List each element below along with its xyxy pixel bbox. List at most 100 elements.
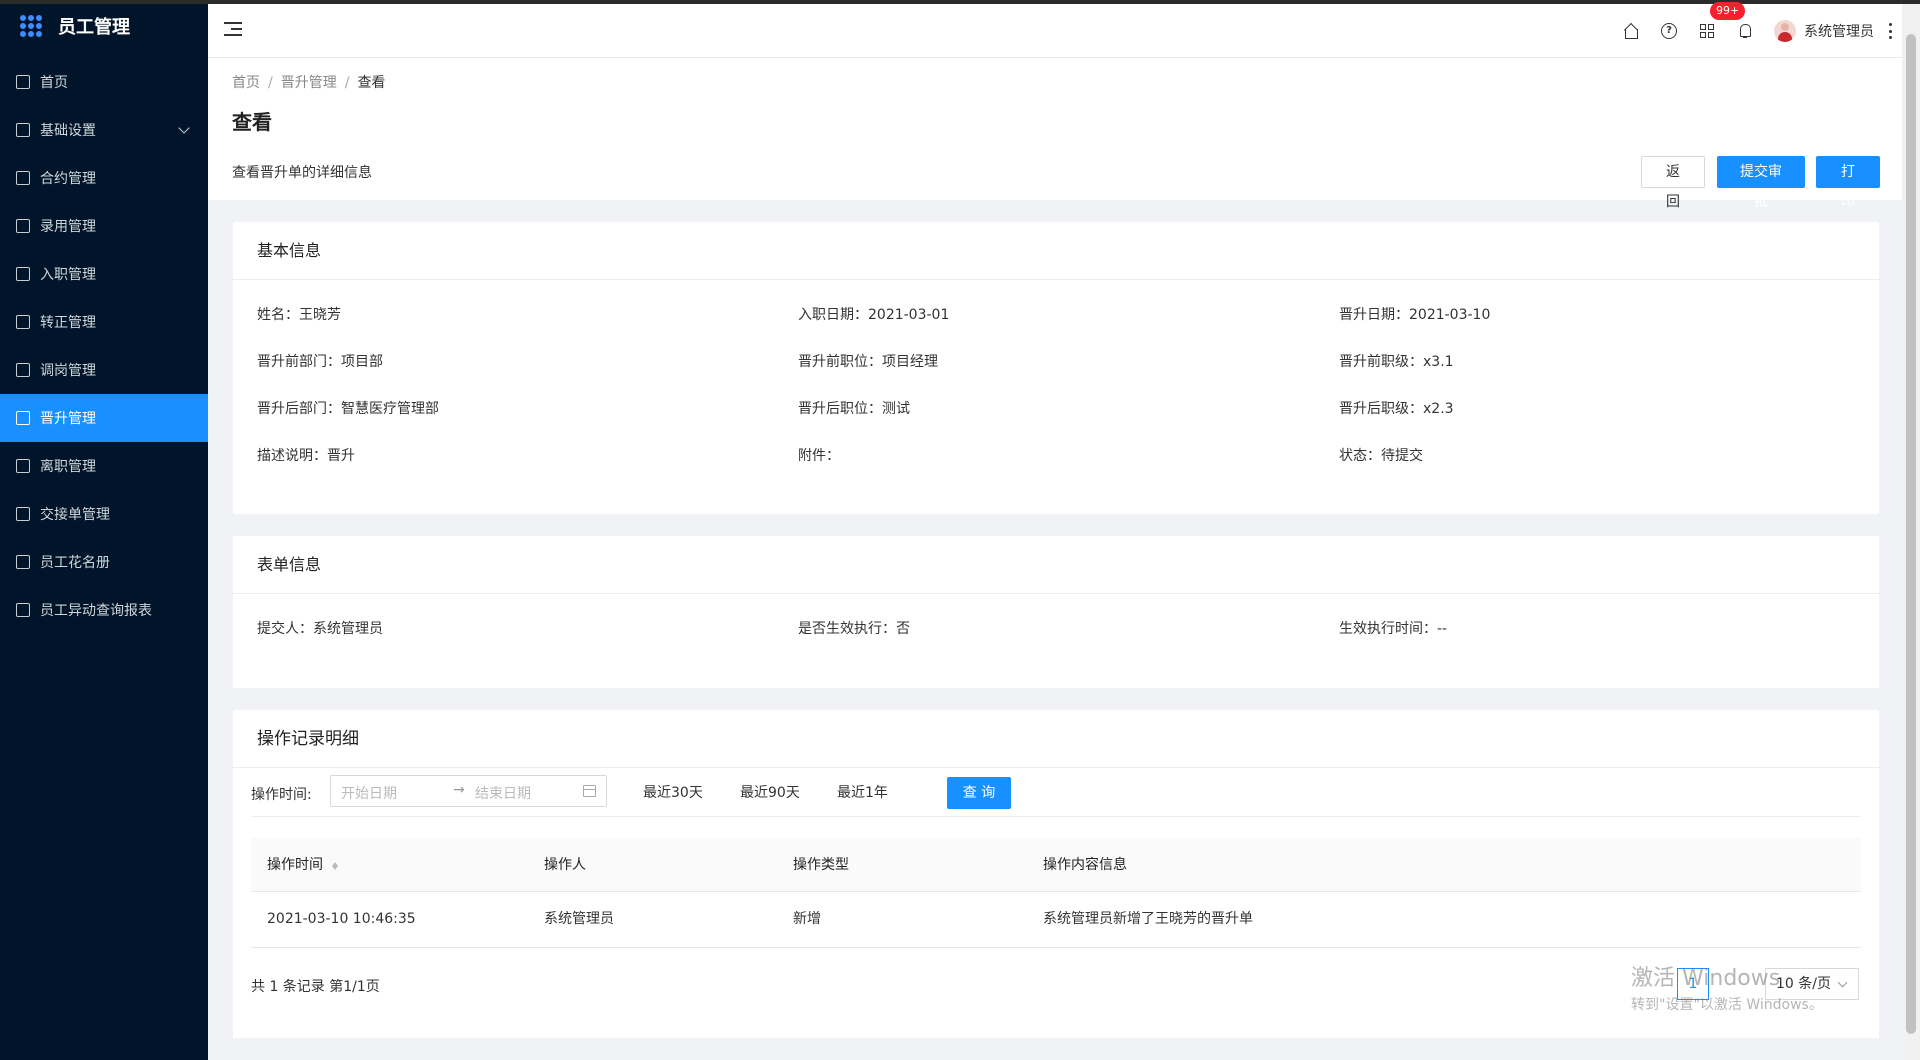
sidebar-item-label: 入职管理 bbox=[40, 267, 96, 283]
field-rank-after: 晋升后职级：x2.3 bbox=[1339, 401, 1454, 417]
date-range-picker[interactable]: 开始日期 → 结束日期 bbox=[330, 775, 607, 807]
app-title: 员工管理 bbox=[58, 17, 130, 38]
field-position-before: 晋升前职位：项目经理 bbox=[798, 354, 938, 370]
column-header-type: 操作类型 bbox=[793, 857, 849, 873]
sidebar-item-change-report[interactable]: 员工异动查询报表 bbox=[0, 586, 208, 634]
back-button[interactable]: 返 回 bbox=[1641, 156, 1705, 210]
sidebar-item-label: 离职管理 bbox=[40, 459, 96, 475]
report-icon bbox=[16, 603, 30, 617]
menu-collapse-icon[interactable] bbox=[224, 21, 242, 37]
sidebar-item-hiring[interactable]: 录用管理 bbox=[0, 202, 208, 250]
breadcrumb-home[interactable]: 首页 bbox=[232, 75, 260, 91]
sidebar-item-label: 交接单管理 bbox=[40, 507, 110, 523]
start-date-input[interactable]: 开始日期 bbox=[341, 783, 397, 803]
quick-1-year[interactable]: 最近1年 bbox=[837, 782, 888, 802]
home-icon bbox=[16, 75, 30, 89]
copy-icon bbox=[16, 507, 30, 521]
cell-time: 2021-03-10 10:46:35 bbox=[267, 911, 416, 927]
sidebar-item-handover[interactable]: 交接单管理 bbox=[0, 490, 208, 538]
submit-approval-button[interactable]: 提交审批 bbox=[1717, 156, 1805, 210]
blocks-icon bbox=[16, 315, 30, 329]
sidebar-item-label: 首页 bbox=[40, 75, 68, 91]
sidebar-item-label: 晋升管理 bbox=[40, 411, 96, 427]
column-header-content: 操作内容信息 bbox=[1043, 857, 1127, 873]
sidebar-item-transfer[interactable]: 调岗管理 bbox=[0, 346, 208, 394]
form-info-card: 表单信息 提交人：系统管理员 是否生效执行：否 生效执行时间：-- bbox=[233, 536, 1879, 688]
chevron-down-icon bbox=[178, 122, 190, 134]
grid-icon[interactable] bbox=[1699, 23, 1715, 39]
sidebar: 员工管理 首页 基础设置 合约管理 录用管理 入职管理 转正管理 调岗管理 晋升… bbox=[0, 4, 208, 1060]
field-effective: 是否生效执行：否 bbox=[798, 621, 910, 637]
field-description: 描述说明：晋升 bbox=[257, 448, 355, 464]
range-arrow-icon: → bbox=[453, 782, 465, 798]
sidebar-item-basic-settings[interactable]: 基础设置 bbox=[0, 106, 208, 154]
field-name: 姓名：王晓芳 bbox=[257, 307, 341, 323]
logo[interactable]: 员工管理 bbox=[0, 4, 208, 48]
field-promotion-date: 晋升日期：2021-03-10 bbox=[1339, 307, 1491, 323]
cell-content: 系统管理员新增了王晓芳的晋升单 bbox=[1043, 911, 1253, 927]
home-icon[interactable] bbox=[1623, 23, 1639, 39]
field-submitter: 提交人：系统管理员 bbox=[257, 621, 383, 637]
field-status: 状态：待提交 bbox=[1339, 448, 1423, 464]
windows-activation-watermark: 激活 Windows 转到"设置"以激活 Windows。 bbox=[1631, 960, 1823, 1014]
calendar-icon bbox=[16, 171, 30, 185]
list-icon bbox=[16, 555, 30, 569]
username[interactable]: 系统管理员 bbox=[1804, 21, 1874, 41]
query-button[interactable]: 查 询 bbox=[947, 777, 1011, 809]
quick-90-days[interactable]: 最近90天 bbox=[740, 782, 800, 802]
field-attachment: 附件： bbox=[798, 448, 840, 464]
sidebar-item-label: 员工异动查询报表 bbox=[40, 603, 152, 619]
sidebar-item-home[interactable]: 首页 bbox=[0, 58, 208, 106]
avatar[interactable] bbox=[1774, 20, 1796, 42]
field-dept-after: 晋升后部门：智慧医疗管理部 bbox=[257, 401, 439, 417]
cell-operator: 系统管理员 bbox=[544, 911, 614, 927]
breadcrumb-promotion[interactable]: 晋升管理 bbox=[281, 75, 337, 91]
sidebar-item-label: 员工花名册 bbox=[40, 555, 110, 571]
print-button[interactable]: 打 印 bbox=[1816, 156, 1880, 210]
sidebar-item-label: 基础设置 bbox=[40, 123, 96, 139]
filter-divider bbox=[251, 816, 1861, 817]
sidebar-item-label: 转正管理 bbox=[40, 315, 96, 331]
form-info-title: 表单信息 bbox=[233, 536, 1879, 594]
quick-30-days[interactable]: 最近30天 bbox=[643, 782, 703, 802]
page-description: 查看晋升单的详细信息 bbox=[232, 165, 372, 181]
field-position-after: 晋升后职位：测试 bbox=[798, 401, 910, 417]
bell-icon[interactable] bbox=[1737, 23, 1753, 39]
apps-grid-icon bbox=[20, 15, 42, 37]
help-icon[interactable]: ? bbox=[1661, 23, 1677, 39]
pagination-total: 共 1 条记录 第1/1页 bbox=[251, 979, 380, 995]
table-header: 操作时间 操作人 操作类型 操作内容信息 bbox=[251, 838, 1861, 892]
basic-info-card: 基本信息 姓名：王晓芳 入职日期：2021-03-01 晋升日期：2021-03… bbox=[233, 222, 1879, 514]
column-header-time[interactable]: 操作时间 bbox=[267, 838, 339, 892]
basic-info-title: 基本信息 bbox=[233, 222, 1879, 280]
field-dept-before: 晋升前部门：项目部 bbox=[257, 354, 383, 370]
more-vertical-icon[interactable] bbox=[1888, 23, 1892, 39]
sidebar-item-onboarding[interactable]: 入职管理 bbox=[0, 250, 208, 298]
cell-type: 新增 bbox=[793, 911, 821, 927]
sidebar-item-promotion[interactable]: 晋升管理 bbox=[0, 394, 208, 442]
watermark-line2: 转到"设置"以激活 Windows。 bbox=[1631, 997, 1823, 1013]
sidebar-item-regularization[interactable]: 转正管理 bbox=[0, 298, 208, 346]
sidebar-item-resignation[interactable]: 离职管理 bbox=[0, 442, 208, 490]
scrollbar-thumb[interactable] bbox=[1906, 34, 1916, 1034]
field-effective-time: 生效执行时间：-- bbox=[1339, 621, 1448, 637]
sidebar-item-label: 调岗管理 bbox=[40, 363, 96, 379]
sidebar-item-label: 合约管理 bbox=[40, 171, 96, 187]
watermark-line1: 激活 Windows bbox=[1631, 966, 1781, 991]
sidebar-item-contract[interactable]: 合约管理 bbox=[0, 154, 208, 202]
sidebar-item-roster[interactable]: 员工花名册 bbox=[0, 538, 208, 586]
end-date-input[interactable]: 结束日期 bbox=[475, 783, 531, 803]
vertical-scrollbar[interactable] bbox=[1902, 4, 1920, 1060]
document-icon bbox=[16, 411, 30, 425]
sort-icon[interactable] bbox=[331, 859, 339, 871]
user-icon bbox=[16, 363, 30, 377]
calendar-icon bbox=[583, 785, 596, 797]
top-header: ? 系统管理员 bbox=[208, 4, 1902, 58]
operation-records-title: 操作记录明细 bbox=[233, 710, 1879, 768]
notification-badge: 99+ bbox=[1710, 2, 1746, 20]
operation-time-label: 操作时间: bbox=[251, 787, 312, 803]
sidebar-item-label: 录用管理 bbox=[40, 219, 96, 235]
layout-icon bbox=[16, 219, 30, 233]
page-title: 查看 bbox=[232, 110, 272, 134]
breadcrumb-current: 查看 bbox=[357, 75, 386, 91]
